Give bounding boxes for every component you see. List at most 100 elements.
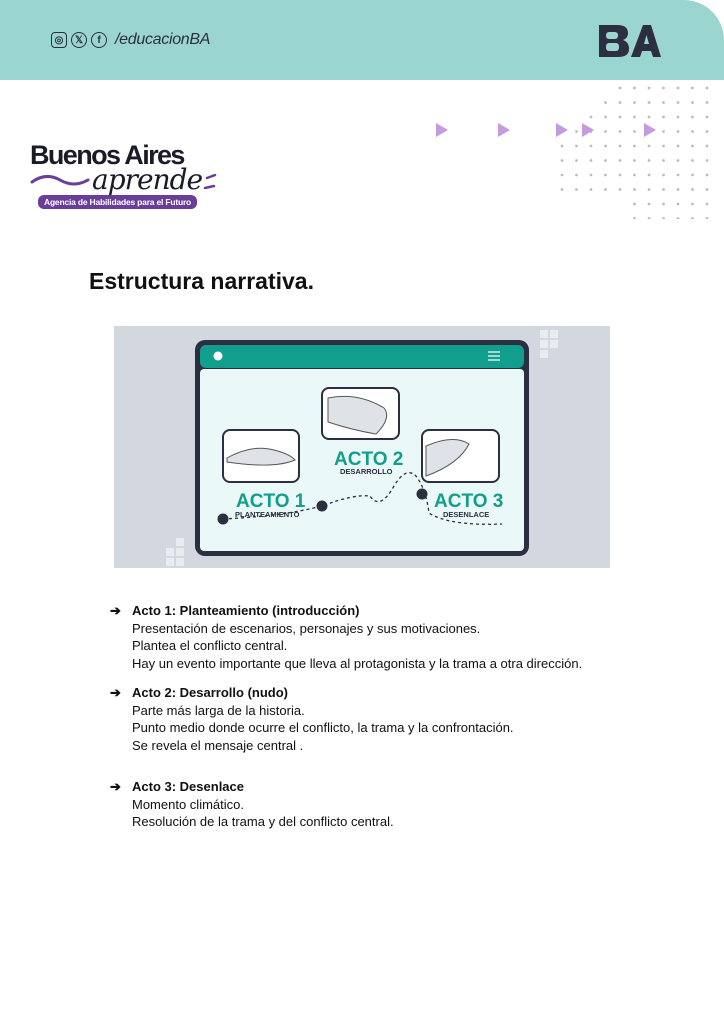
decorative-dot — [589, 159, 593, 162]
decorative-dot — [604, 159, 607, 162]
decorative-dot — [647, 159, 651, 162]
decorative-dot — [575, 173, 578, 177]
decorative-dot — [575, 159, 578, 162]
decorative-dot — [662, 159, 665, 162]
decorative-dot — [589, 144, 593, 148]
x-icon[interactable]: 𝕏 — [71, 32, 87, 48]
decorative-dot — [633, 202, 636, 206]
decorative-dot — [691, 86, 694, 90]
act-line: Resolución de la trama y del conflicto c… — [132, 814, 394, 829]
social-links: ◎ 𝕏 f /educacionBA — [51, 31, 210, 49]
decorative-dot — [705, 173, 709, 177]
decorative-dot — [647, 217, 651, 219]
decorative-dot — [691, 159, 694, 162]
buenos-aires-aprende-logo: Buenos Aires aprende Agencia de Habilida… — [30, 140, 230, 212]
brand-tagline: Agencia de Habilidades para el Futuro — [38, 195, 198, 209]
decorative-squares-topright — [540, 330, 558, 358]
decorative-dot — [633, 159, 636, 162]
decorative-dot — [705, 115, 709, 119]
act-line: Se revela el mensaje central . — [132, 737, 304, 753]
facebook-icon[interactable]: f — [91, 32, 107, 48]
act1-sketch-image — [222, 429, 300, 483]
decorative-dot — [560, 159, 564, 162]
decorative-dot — [691, 115, 694, 119]
act-line: Presentación de escenarios, personajes y… — [132, 620, 481, 636]
decorative-dot — [662, 217, 665, 219]
decorative-dot — [676, 115, 680, 119]
browser-titlebar — [200, 345, 524, 368]
decorative-dot — [589, 115, 593, 119]
social-handle[interactable]: /educacionBA — [115, 31, 210, 49]
illustration-canvas: ACTO 1 PLANTEAMIENTO ACTO 2 DESARROLLO A… — [166, 330, 558, 566]
decorative-dot — [618, 173, 622, 177]
act-line: Punto medio donde ocurre el conflicto, l… — [132, 720, 514, 735]
decorative-dot — [647, 86, 651, 90]
decorative-dot — [705, 159, 709, 162]
decorative-dot — [662, 101, 665, 104]
act1-subtitle: PLANTEAMIENTO — [235, 510, 300, 519]
decorative-dot — [618, 159, 622, 162]
decorative-dot — [647, 144, 651, 148]
decorative-dot — [604, 101, 607, 104]
decorative-dot — [691, 188, 694, 191]
right-arrow-icon: ➔ — [110, 685, 121, 700]
act1-point-marker — [217, 513, 229, 525]
page-title: Estructura narrativa. — [89, 268, 314, 294]
page-header: ◎ 𝕏 f /educacionBA — [0, 0, 724, 80]
act-line: Hay un evento importante que lleva al pr… — [132, 655, 583, 671]
decorative-dot — [691, 144, 694, 148]
act3-title: ACTO 3 — [434, 491, 503, 512]
decorative-dot — [691, 202, 694, 206]
decorative-dot — [705, 101, 709, 104]
decorative-dot — [662, 173, 665, 177]
decorative-dot — [633, 144, 636, 148]
decorative-dot — [662, 115, 665, 119]
decorative-dot — [676, 159, 680, 162]
narrative-structure-illustration: ACTO 1 PLANTEAMIENTO ACTO 2 DESARROLLO A… — [114, 326, 610, 568]
decorative-dot — [633, 101, 636, 104]
decorative-dot — [676, 217, 680, 219]
decorative-dot — [662, 188, 665, 191]
act2-sketch-image — [321, 387, 400, 440]
decorative-dot — [633, 86, 636, 90]
act2-subtitle: DESARROLLO — [340, 467, 393, 476]
act3-sketch-image — [421, 429, 500, 483]
decorative-dot — [647, 173, 651, 177]
decorative-dot — [589, 188, 593, 191]
act-heading: Acto 1: Planteamiento (introducción) — [132, 603, 360, 618]
act-line: Momento climático. — [132, 796, 244, 812]
decorative-dot — [691, 173, 694, 177]
decorative-dot — [647, 115, 651, 119]
decorative-dot — [647, 101, 651, 104]
decorative-dot — [604, 173, 607, 177]
decorative-dot — [604, 188, 607, 191]
decorative-dot — [647, 188, 651, 191]
decorative-dot — [618, 144, 622, 148]
decorative-dot — [633, 173, 636, 177]
decorative-dot — [618, 188, 622, 191]
decorative-dot — [618, 86, 622, 90]
decorative-dot — [691, 101, 694, 104]
decorative-dot — [676, 144, 680, 148]
decorative-dot — [705, 86, 709, 90]
decorative-dot — [705, 217, 709, 219]
decorative-dot — [633, 217, 636, 219]
decorative-dot — [691, 217, 694, 219]
decorative-dot — [604, 115, 607, 119]
decorative-dot — [633, 188, 636, 191]
decorative-dot — [633, 115, 636, 119]
decorative-dot — [560, 188, 564, 191]
decorative-play-arrows — [436, 123, 656, 137]
right-arrow-icon: ➔ — [110, 603, 121, 618]
act-heading: Acto 3: Desenlace — [132, 779, 244, 794]
decorative-dot — [647, 202, 651, 206]
act1-title: ACTO 1 — [236, 491, 306, 512]
brand-line2: aprende — [92, 163, 203, 196]
act-heading: Acto 2: Desarrollo (nudo) — [132, 685, 289, 700]
decorative-dot — [676, 86, 680, 90]
instagram-icon[interactable]: ◎ — [51, 32, 67, 48]
act-item-1: ➔ Acto 1: Planteamiento (introducción) P… — [110, 602, 650, 672]
decorative-dot — [589, 173, 593, 177]
act-item-2: ➔ Acto 2: Desarrollo (nudo) Parte más la… — [110, 684, 650, 754]
decorative-dot — [575, 188, 578, 191]
